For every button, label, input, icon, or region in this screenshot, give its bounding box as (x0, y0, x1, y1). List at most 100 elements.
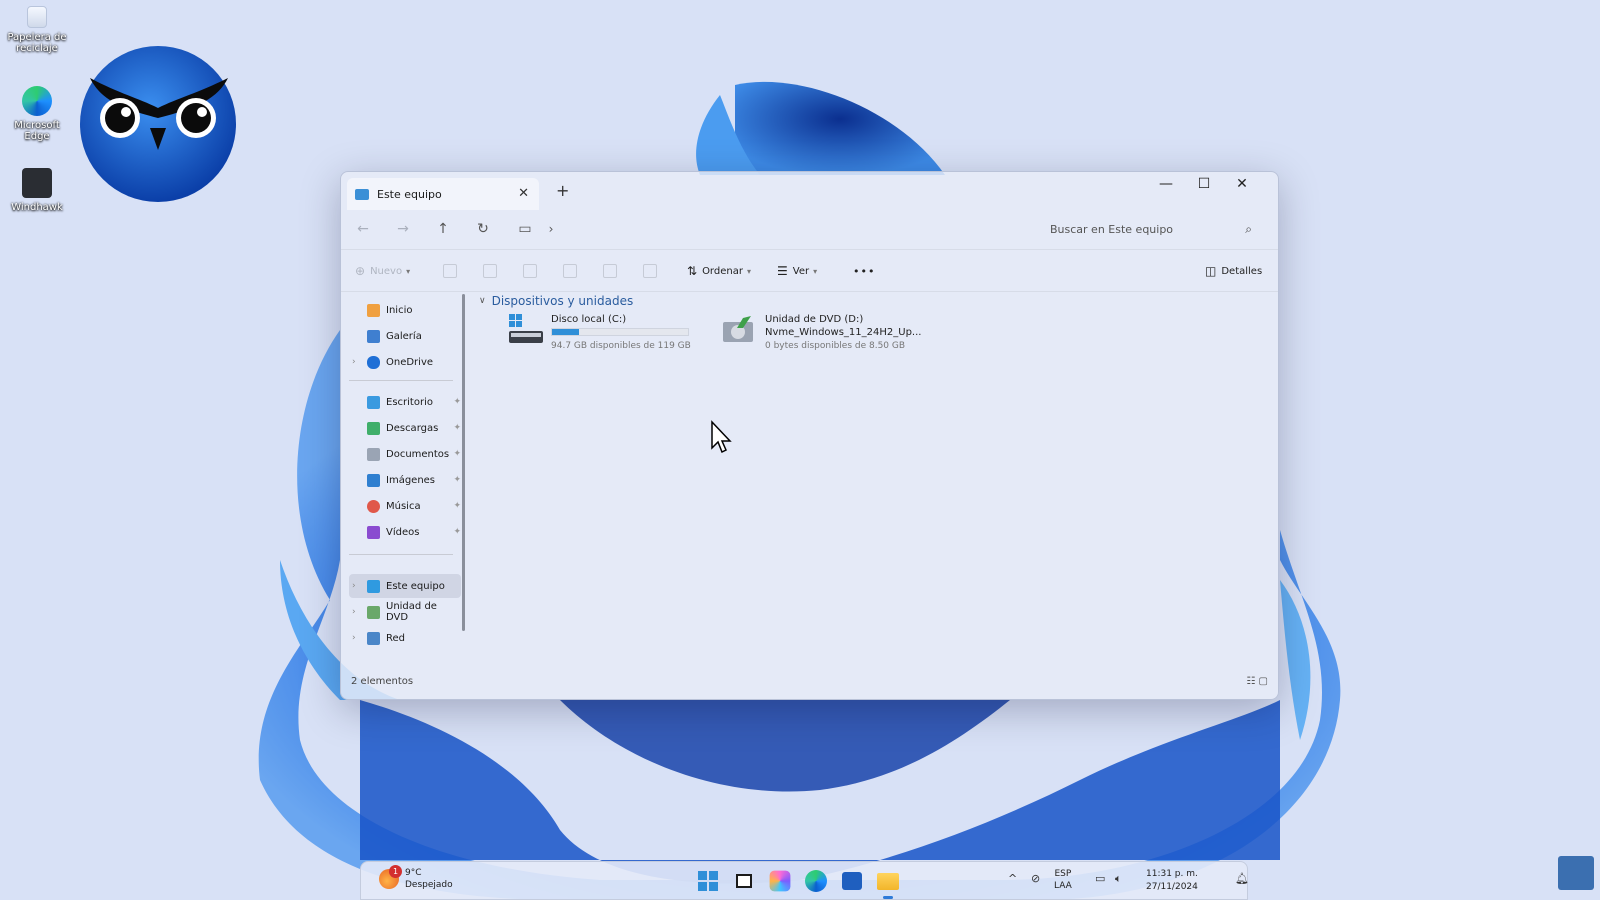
pin-icon: ✦ (453, 475, 461, 485)
sidebar-item-label: Este equipo (386, 580, 445, 592)
file-explorer-taskbar-button[interactable] (875, 868, 901, 899)
gallery-icon (367, 329, 380, 343)
view-icon: ☰ (777, 264, 788, 278)
sidebar-item-red[interactable]: › Red (349, 626, 461, 650)
title-bar[interactable]: Este equipo ✕ + — ☐ ✕ (341, 172, 1278, 210)
desktop-icon-label: Windhawk (11, 202, 63, 213)
new-button[interactable]: ⊕ Nuevo ▾ (355, 260, 410, 282)
sidebar-item-escritorio[interactable]: Escritorio ✦ (349, 390, 461, 414)
chevron-down-icon: ▾ (813, 266, 818, 276)
sidebar-item-label: Red (386, 632, 405, 644)
folder-icon (877, 873, 899, 890)
sidebar-item-label: Imágenes (386, 474, 436, 486)
sidebar-item-documentos[interactable]: Documentos ✦ (349, 442, 461, 466)
sidebar-item-imagenes[interactable]: Imágenes ✦ (349, 468, 461, 492)
sidebar-item-descargas[interactable]: Descargas ✦ (349, 416, 461, 440)
details-pane-icon: ◫ (1205, 264, 1217, 278)
forward-arrow-icon[interactable]: → (391, 218, 415, 242)
store-button[interactable] (839, 868, 865, 894)
search-icon: ⌕ (1245, 222, 1252, 236)
maximize-button[interactable]: ☐ (1185, 172, 1223, 200)
share-icon[interactable] (603, 264, 617, 278)
minimize-button[interactable]: — (1147, 172, 1185, 200)
show-hidden-icons-chevron-icon[interactable]: ^ (1008, 872, 1017, 885)
group-header-devices[interactable]: ∨ Dispositivos y unidades (479, 294, 633, 308)
sidebar-item-galeria[interactable]: Galería (349, 324, 461, 348)
weather-icon: 1 (379, 865, 402, 889)
sort-button-label: Ordenar (702, 265, 743, 277)
back-arrow-icon[interactable]: ← (351, 218, 375, 242)
file-explorer-window[interactable]: Este equipo ✕ + — ☐ ✕ ← → ↑ ↻ ▭ › Buscar… (340, 171, 1279, 700)
cut-icon[interactable] (443, 264, 457, 278)
pc-icon (355, 188, 369, 200)
details-button[interactable]: ◫ Detalles (1205, 260, 1262, 282)
address-chevron-icon[interactable]: › (539, 218, 563, 242)
weather-widget[interactable]: 1 9°C Despejado (379, 865, 453, 891)
delete-icon[interactable] (643, 264, 657, 278)
notification-bell-icon[interactable]: 🔔︎ (1235, 872, 1249, 885)
drive-free-space: 0 bytes disponibles de 8.50 GB (765, 341, 906, 351)
edge-taskbar-button[interactable] (803, 868, 829, 894)
pc-icon (367, 579, 380, 593)
close-tab-icon[interactable]: ✕ (518, 186, 529, 201)
drive-d[interactable]: Unidad de DVD (D:) Nvme_Windows_11_24H2_… (723, 314, 923, 354)
input-language-indicator[interactable]: ESP LAA (1054, 868, 1072, 892)
recycle-bin-icon (27, 6, 47, 28)
sidebar-item-unidad-dvd[interactable]: › Unidad de DVD (349, 600, 461, 624)
desktop-icon-windhawk[interactable]: Windhawk (2, 168, 72, 213)
address-pc-icon[interactable]: ▭ (513, 218, 537, 242)
sort-button[interactable]: ⇅ Ordenar ▾ (687, 260, 751, 282)
desktop-icon-edge[interactable]: Microsoft Edge (2, 86, 72, 142)
sidebar-item-inicio[interactable]: Inicio (349, 298, 461, 322)
sidebar-item-musica[interactable]: Música ✦ (349, 494, 461, 518)
chevron-right-icon[interactable]: › (352, 581, 356, 591)
copy-icon[interactable] (483, 264, 497, 278)
sidebar-scrollbar[interactable] (462, 294, 465, 631)
tab-este-equipo[interactable]: Este equipo ✕ (347, 178, 539, 210)
drive-name: Disco local (C:) (551, 314, 627, 325)
sidebar-item-este-equipo[interactable]: › Este equipo (349, 574, 461, 598)
sidebar-item-label: Documentos (386, 448, 450, 460)
volume-icon[interactable]: 🔈︎ (1115, 872, 1122, 886)
tiles-view-icon[interactable]: ▢ (1259, 676, 1268, 687)
paste-icon[interactable] (523, 264, 537, 278)
chevron-right-icon[interactable]: › (352, 607, 356, 617)
taskbar: 1 9°C Despejado ^ ⊘ ESP LAA ▭ 🔈︎ 11:31 p… (360, 861, 1249, 900)
document-icon (367, 447, 380, 461)
drive-c[interactable]: Disco local (C:) 94.7 GB disponibles de … (509, 314, 709, 354)
store-icon (842, 872, 862, 890)
new-tab-button[interactable]: + (556, 181, 569, 200)
more-options-button[interactable]: ••• (853, 260, 875, 282)
refresh-icon[interactable]: ↻ (471, 218, 495, 242)
navigation-pane: Inicio Galería › OneDrive Escritorio ✦ D… (341, 292, 471, 672)
dvd-icon (367, 605, 380, 619)
task-view-button[interactable] (731, 868, 757, 894)
chevron-right-icon[interactable]: › (352, 633, 356, 643)
search-input[interactable]: Buscar en Este equipo ⌕ (1040, 216, 1260, 244)
windhawk-icon (22, 168, 52, 198)
tab-title: Este equipo (377, 187, 442, 201)
clock[interactable]: 11:31 p. m. 27/11/2024 (1146, 868, 1198, 894)
pin-icon: ✦ (453, 501, 461, 511)
onedrive-offline-icon[interactable]: ⊘ (1031, 872, 1040, 885)
close-window-button[interactable]: ✕ (1223, 172, 1261, 200)
weather-temperature: 9°C (405, 868, 422, 878)
sidebar-item-label: Música (386, 500, 421, 512)
view-toggle: ☷ ▢ (1246, 676, 1268, 687)
up-arrow-icon[interactable]: ↑ (431, 218, 455, 242)
start-button[interactable] (695, 868, 721, 894)
weather-description: Despejado (405, 880, 453, 890)
details-view-icon[interactable]: ☷ (1246, 676, 1255, 687)
sidebar-item-label: Unidad de DVD (386, 601, 437, 623)
desktop-icon-recycle-bin[interactable]: Papelera de reciclaje (2, 6, 72, 54)
chevron-right-icon[interactable]: › (352, 357, 356, 367)
sidebar-item-label: Descargas (386, 422, 439, 434)
network-icon[interactable]: ▭ (1095, 872, 1105, 885)
sidebar-item-onedrive[interactable]: › OneDrive (349, 350, 461, 374)
new-button-label: Nuevo (370, 265, 403, 277)
sidebar-item-videos[interactable]: Vídeos ✦ (349, 520, 461, 544)
cloud-icon (367, 355, 380, 369)
rename-icon[interactable] (563, 264, 577, 278)
view-button[interactable]: ☰ Ver ▾ (777, 260, 817, 282)
copilot-button[interactable] (769, 870, 791, 892)
